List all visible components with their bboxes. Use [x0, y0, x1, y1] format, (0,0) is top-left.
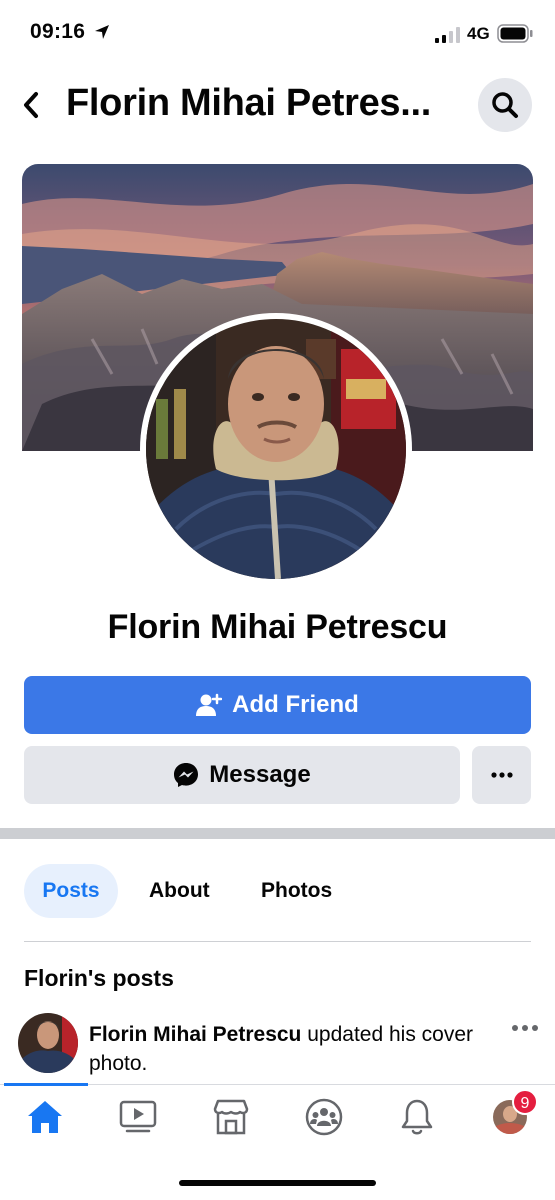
network-label: 4G [467, 24, 490, 43]
marketplace-icon [213, 1099, 249, 1135]
add-friend-icon [196, 693, 223, 716]
profile-photo-image [146, 319, 406, 579]
profile-name: Florin Mihai Petrescu [107, 608, 448, 646]
posts-section-title: Florin's posts [24, 965, 174, 991]
section-separator [0, 828, 555, 839]
home-icon [28, 1101, 62, 1133]
groups-icon [305, 1098, 343, 1136]
signal-icon [435, 27, 460, 43]
tab-posts[interactable]: Posts [24, 864, 118, 918]
watch-icon [119, 1100, 157, 1133]
chevron-left-icon [24, 92, 38, 118]
add-friend-button[interactable]: Add Friend [24, 676, 531, 734]
back-button[interactable] [18, 88, 48, 122]
more-options-button[interactable] [472, 746, 531, 804]
page-title: Florin Mihai Petres... [66, 82, 432, 124]
message-label: Message [209, 761, 311, 788]
notification-badge: 9 [512, 1089, 538, 1115]
active-tab-indicator [4, 1083, 88, 1086]
search-button[interactable] [478, 78, 532, 132]
location-arrow-icon [95, 25, 109, 39]
search-icon [492, 92, 518, 118]
message-button[interactable]: Message [24, 746, 460, 804]
tab-about[interactable]: About [149, 864, 210, 918]
post-more-icon[interactable] [509, 1018, 541, 1038]
nav-groups[interactable] [299, 1097, 349, 1137]
header: Florin Mihai Petres... [0, 64, 555, 148]
status-bar: 09:16 4G [0, 0, 555, 64]
status-time: 09:16 [30, 20, 86, 43]
add-friend-label: Add Friend [232, 691, 359, 718]
nav-watch[interactable] [113, 1097, 163, 1137]
tab-photos[interactable]: Photos [261, 864, 332, 918]
post-text: Florin Mihai Petrescu updated his cover … [89, 1020, 489, 1078]
nav-marketplace[interactable] [206, 1097, 256, 1137]
post-author-name[interactable]: Florin Mihai Petrescu [89, 1023, 301, 1046]
nav-notifications[interactable] [392, 1097, 442, 1137]
messenger-icon [174, 763, 199, 787]
profile-avatar[interactable] [140, 313, 412, 585]
post-author-avatar[interactable] [18, 1013, 78, 1073]
home-indicator [179, 1180, 376, 1186]
profile-tabs: Posts About Photos [24, 864, 531, 918]
tabs-divider [24, 941, 531, 942]
bell-icon [401, 1099, 433, 1135]
battery-icon [497, 24, 533, 43]
post-author-photo [18, 1013, 78, 1073]
nav-home[interactable] [20, 1097, 70, 1137]
more-horizontal-icon [490, 772, 513, 778]
